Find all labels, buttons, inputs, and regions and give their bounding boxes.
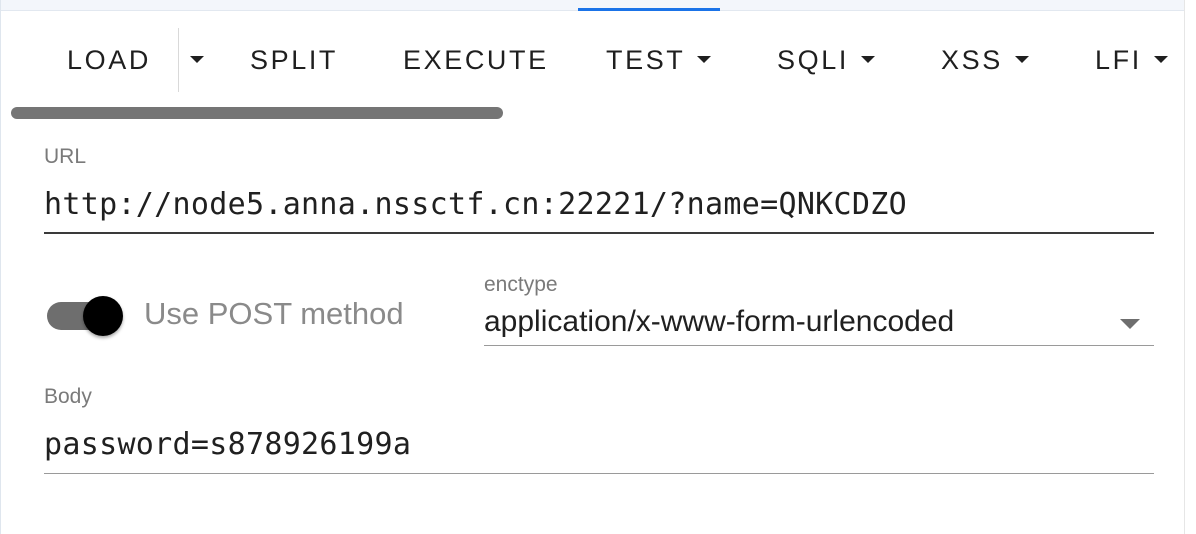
hackbar-panel: LOAD SPLIT EXECUTE TEST SQLI XSS LFI URL… [0,0,1196,534]
use-post-label: Use POST method [144,296,404,331]
panel-scroll-edge [1184,0,1196,534]
caret-down-icon [190,55,204,63]
split-button[interactable]: SPLIT [250,24,338,96]
load-button-label: LOAD [67,44,151,75]
body-input[interactable] [44,423,1152,465]
caret-down-icon [860,55,875,63]
body-field-underline [44,473,1154,474]
enctype-selected-value: application/x-www-form-urlencoded [484,305,955,338]
use-post-toggle[interactable] [47,294,125,338]
url-field-underline [44,232,1154,234]
caret-down-icon [1153,55,1168,63]
execute-button[interactable]: EXECUTE [403,24,549,96]
url-input[interactable] [44,183,1152,225]
enctype-field-underline [484,345,1154,346]
xss-menu-label: XSS [941,44,1003,75]
load-split-divider [178,28,179,92]
toolbar: LOAD SPLIT EXECUTE TEST SQLI XSS LFI [11,24,1183,96]
active-tab-indicator [578,8,720,11]
test-menu-label: TEST [606,44,686,75]
caret-down-icon [1014,55,1029,63]
caret-down-icon [697,55,712,63]
sqli-menu-label: SQLI [777,44,849,75]
toolbar-scrollbar-thumb[interactable] [11,107,503,119]
execute-button-label: EXECUTE [403,44,549,75]
sqli-menu-button[interactable]: SQLI [777,24,875,96]
url-field-label: URL [44,145,87,168]
load-button[interactable]: LOAD [67,24,151,96]
enctype-select[interactable]: application/x-www-form-urlencoded [484,302,1154,344]
dropdown-arrow-icon [1120,319,1140,329]
enctype-field-label: enctype [484,273,558,296]
body-field-label: Body [44,385,92,408]
lfi-menu-label: LFI [1095,44,1142,75]
toggle-knob [83,296,123,336]
test-menu-button[interactable]: TEST [606,24,712,96]
xss-menu-button[interactable]: XSS [941,24,1029,96]
lfi-menu-button[interactable]: LFI [1095,24,1168,96]
split-button-label: SPLIT [250,44,339,75]
load-dropdown-button[interactable] [183,24,211,96]
